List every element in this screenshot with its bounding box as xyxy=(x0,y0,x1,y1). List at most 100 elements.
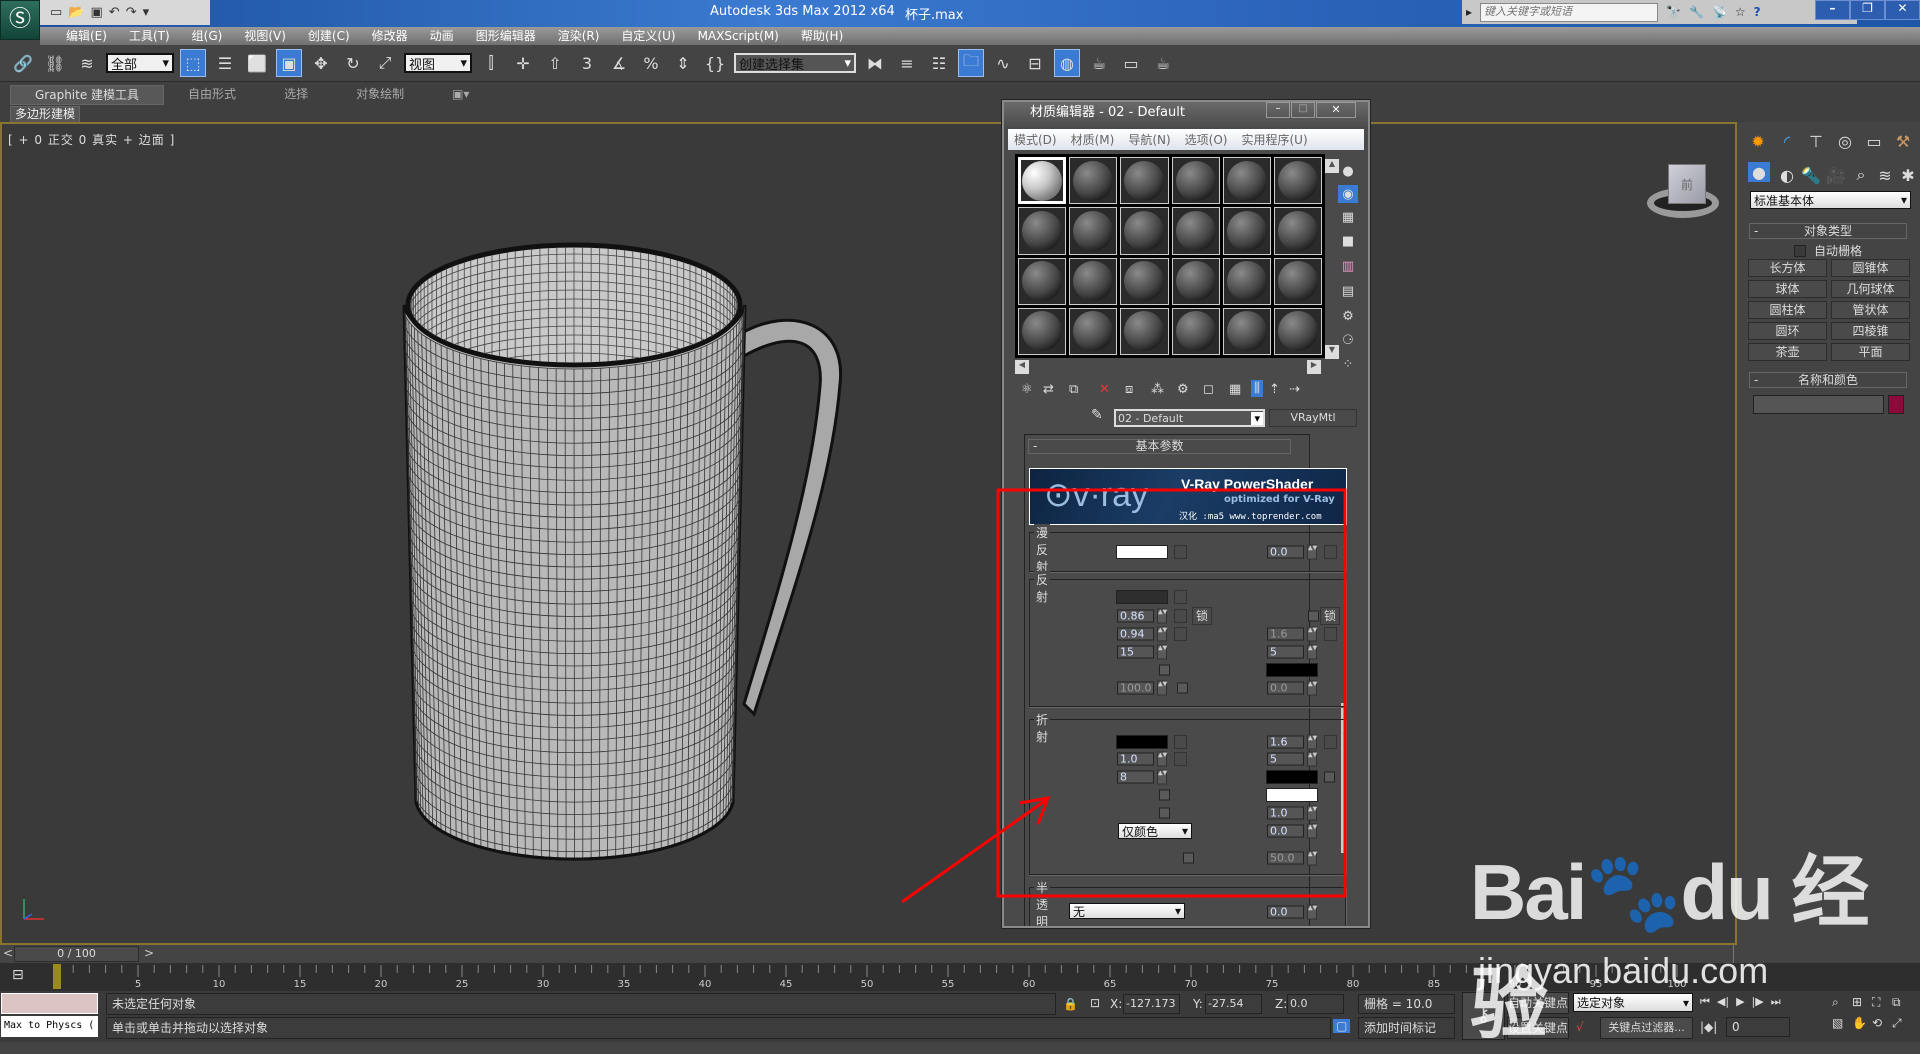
bind-space-warp-icon[interactable]: ≋ xyxy=(74,49,100,77)
ribbon-options-icon[interactable]: ▣▾ xyxy=(428,85,493,105)
select-object-icon[interactable]: ⬚ xyxy=(180,49,206,77)
rectangle-region-icon[interactable]: ⬜ xyxy=(244,49,270,77)
menu-group[interactable]: 组(G) xyxy=(181,27,234,45)
key-icon[interactable]: 🔧 xyxy=(1689,5,1704,19)
select-by-material-icon[interactable]: ⚆ xyxy=(1338,331,1358,349)
modify-tab-icon[interactable]: ◜ xyxy=(1773,128,1801,154)
rotate-icon[interactable]: ↻ xyxy=(340,49,366,77)
sample-type-icon[interactable]: ● xyxy=(1338,162,1358,180)
make-copy-icon[interactable]: ⧈ xyxy=(1125,382,1133,397)
roughness-field[interactable]: 0.0 xyxy=(1267,546,1304,559)
object-type-button[interactable]: 平面 xyxy=(1831,343,1910,361)
reset-map-icon[interactable]: ✕ xyxy=(1099,382,1110,397)
restore-button[interactable]: ❐ xyxy=(1850,0,1885,20)
menu-modes[interactable]: 模式(D) xyxy=(1014,131,1057,148)
menu-modifiers[interactable]: 修改器 xyxy=(361,27,419,45)
spinner[interactable]: ▲▼ xyxy=(1307,645,1317,660)
customize-icon[interactable]: ▾ xyxy=(143,5,150,20)
dim-distance-checkbox[interactable] xyxy=(1177,683,1188,694)
material-sample-slot[interactable] xyxy=(1069,258,1117,305)
display-tab-icon[interactable]: ▭ xyxy=(1860,128,1888,154)
uv-tiling-icon[interactable]: ■ xyxy=(1338,232,1358,250)
move-icon[interactable]: ✥ xyxy=(308,49,334,77)
angle-snap-icon[interactable]: ∡ xyxy=(606,49,632,77)
reflection-exit-color-swatch[interactable] xyxy=(1266,663,1318,677)
show-end-result-icon[interactable]: ⫼ xyxy=(1251,380,1263,397)
maximize-button[interactable]: □ xyxy=(1291,102,1315,118)
fresnel-lock-button[interactable]: 锁 xyxy=(1320,607,1340,625)
ior-field[interactable]: 1.6 xyxy=(1267,736,1304,749)
edit-named-selection-icon[interactable]: {} xyxy=(702,49,728,77)
spinner-snap-icon[interactable]: ⇕ xyxy=(670,49,696,77)
next-frame-button[interactable]: > xyxy=(144,946,154,960)
scroll-up-button[interactable]: ▲ xyxy=(1325,159,1339,173)
spinner[interactable]: ▲▼ xyxy=(1307,681,1317,696)
reflection-use-interpolation-checkbox[interactable] xyxy=(1159,665,1170,676)
menu-create[interactable]: 创建(C) xyxy=(297,27,361,45)
video-color-check-icon[interactable]: ▥ xyxy=(1338,257,1358,275)
percent-snap-icon[interactable]: % xyxy=(638,49,664,77)
map-button[interactable] xyxy=(1324,545,1337,559)
eyedropper-icon[interactable]: ✎ xyxy=(1091,407,1103,423)
make-unique-icon[interactable]: ⁂ xyxy=(1151,382,1164,397)
utilities-tab-icon[interactable]: ⚒ xyxy=(1889,128,1917,154)
snap-toggle-icon[interactable]: 3 xyxy=(574,49,600,77)
material-type-button[interactable]: VRayMtl xyxy=(1269,409,1357,427)
affect-channels-dropdown[interactable]: 仅颜色▾ xyxy=(1118,823,1192,839)
rendered-frame-icon[interactable]: ▭ xyxy=(1118,49,1144,77)
hilight-lock-button[interactable]: 锁 xyxy=(1192,607,1212,625)
menu-material[interactable]: 材质(M) xyxy=(1071,131,1115,148)
star-icon[interactable]: ☆ xyxy=(1735,5,1746,19)
material-sample-slot[interactable] xyxy=(1172,308,1220,355)
menu-graph-editors[interactable]: 图形编辑器 xyxy=(465,27,547,45)
spinner[interactable]: ▲▼ xyxy=(1157,752,1167,767)
material-sample-slot[interactable] xyxy=(1172,207,1220,254)
spinner[interactable]: ▲▼ xyxy=(1157,681,1167,696)
refraction-exit-color-checkbox[interactable] xyxy=(1324,772,1335,783)
object-name-input[interactable] xyxy=(1753,395,1884,414)
scatter-coefficient-field[interactable]: 0.0 xyxy=(1267,906,1304,919)
material-sample-slot[interactable] xyxy=(1069,157,1117,204)
render-setup-icon[interactable]: ☕ xyxy=(1086,49,1112,77)
backlight-icon[interactable]: ◉ xyxy=(1338,185,1358,203)
named-selection-dropdown[interactable]: 创建选择集▾ xyxy=(734,53,856,73)
systems-icon[interactable]: ✱ xyxy=(1894,162,1920,188)
spinner[interactable]: ▲▼ xyxy=(1307,627,1317,642)
material-sample-slot[interactable] xyxy=(1018,157,1066,204)
spinner[interactable]: ▲▼ xyxy=(1307,806,1317,821)
tab-graphite-modeling[interactable]: Graphite 建模工具 xyxy=(10,85,164,105)
absolute-mode-icon[interactable]: ⊡ xyxy=(1090,996,1100,1010)
dim-falloff-field[interactable]: 0.0 xyxy=(1267,682,1304,695)
refraction-max-depth-field[interactable]: 5 xyxy=(1267,753,1304,766)
material-sample-slot[interactable] xyxy=(1274,258,1322,305)
map-button[interactable] xyxy=(1174,627,1187,641)
reflection-max-depth-field[interactable]: 5 xyxy=(1267,646,1304,659)
object-type-button[interactable]: 长方体 xyxy=(1748,259,1827,277)
material-sample-slot[interactable] xyxy=(1223,207,1271,254)
selection-lock-icon[interactable]: 🔒 xyxy=(1063,997,1078,1011)
scroll-right-button[interactable]: ▶ xyxy=(1307,360,1321,374)
close-button[interactable]: ✕ xyxy=(1885,0,1920,20)
menu-views[interactable]: 视图(V) xyxy=(233,27,297,45)
dim-distance-field[interactable]: 100.0 xyxy=(1117,682,1154,695)
hierarchy-tab-icon[interactable]: ⊤ xyxy=(1802,128,1830,154)
object-type-button[interactable]: 几何球体 xyxy=(1831,280,1910,298)
time-tag-icon[interactable]: ▢ xyxy=(1333,1019,1350,1033)
x-coordinate-field[interactable]: -127.173 xyxy=(1123,994,1180,1014)
menu-utilities[interactable]: 实用程序(U) xyxy=(1241,131,1307,148)
go-forward-sibling-icon[interactable]: ⇢ xyxy=(1289,382,1300,397)
cameras-icon[interactable]: 🎥 xyxy=(1822,162,1850,188)
refraction-glossiness-field[interactable]: 1.0 xyxy=(1117,753,1154,766)
make-preview-icon[interactable]: ▤ xyxy=(1338,282,1358,300)
viewcube[interactable]: 前 xyxy=(1647,160,1722,220)
material-sample-slot[interactable] xyxy=(1018,308,1066,355)
mirror-icon[interactable]: ⧓ xyxy=(862,49,888,77)
menu-customize[interactable]: 自定义(U) xyxy=(610,27,686,45)
menu-options[interactable]: 选项(O) xyxy=(1185,131,1228,148)
material-id-channel-icon[interactable]: ◻ xyxy=(1203,382,1214,397)
go-to-parent-icon[interactable]: ⇡ xyxy=(1269,382,1280,397)
unlink-icon[interactable]: ⛓ xyxy=(42,49,68,77)
material-sample-slot[interactable] xyxy=(1274,157,1322,204)
assign-to-selection-icon[interactable]: ⧉ xyxy=(1069,382,1078,397)
get-material-icon[interactable]: ⚛ xyxy=(1021,382,1033,397)
